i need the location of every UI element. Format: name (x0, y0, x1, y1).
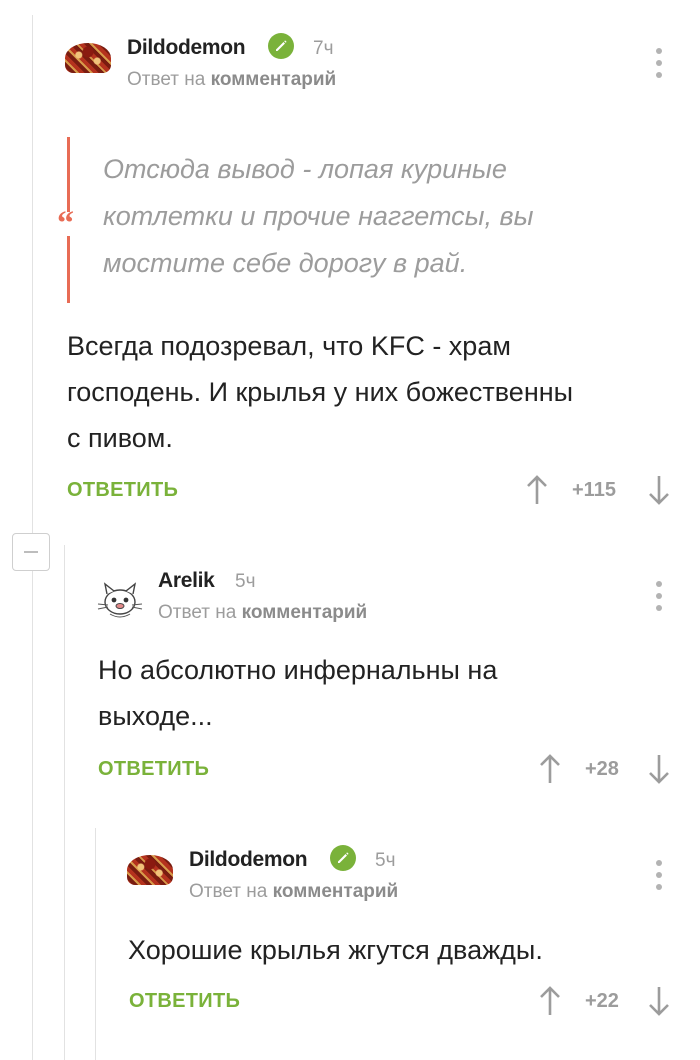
collapse-thread-button[interactable] (12, 533, 50, 571)
comment-text: Хорошие крылья жгутся дважды. (128, 935, 543, 965)
username[interactable]: Dildodemon (127, 36, 246, 60)
avatar[interactable] (65, 43, 111, 73)
comment-text: Но абсолютно инфернальны на выходе... (98, 655, 498, 731)
arrow-up-icon[interactable] (538, 753, 562, 785)
reply-button[interactable]: ОТВЕТИТЬ (129, 990, 240, 1013)
comment-time: 5ч (375, 850, 396, 871)
kebab-menu-icon[interactable] (655, 48, 663, 78)
minus-icon (24, 551, 38, 553)
quoted-text: Отсюда вывод - лопая куриные котлетки и … (103, 154, 534, 278)
comment-time: 7ч (313, 38, 334, 59)
kebab-menu-icon[interactable] (655, 860, 663, 890)
kebab-menu-icon[interactable] (655, 581, 663, 611)
thread-line (64, 545, 65, 1060)
reply-to: Ответ на комментарий (189, 881, 398, 903)
quote-icon: “ (57, 205, 74, 242)
username[interactable]: Arelik (158, 569, 215, 593)
arrow-down-icon[interactable] (647, 753, 671, 785)
arrow-down-icon[interactable] (647, 985, 671, 1017)
reply-to-link[interactable]: комментарий (242, 602, 368, 623)
score: +115 (572, 479, 616, 501)
avatar[interactable] (96, 580, 144, 620)
reply-to: Ответ на комментарий (158, 602, 367, 624)
reply-to-link[interactable]: комментарий (273, 881, 399, 902)
score: +22 (585, 990, 619, 1012)
comment-text: Всегда подозревал, что KFC - храм господ… (67, 331, 574, 453)
pencil-icon (330, 845, 356, 871)
arrow-up-icon[interactable] (525, 474, 549, 506)
reply-to-prefix: Ответ на (127, 69, 206, 90)
score: +28 (585, 758, 619, 780)
reply-to: Ответ на комментарий (127, 69, 336, 91)
thread-line (95, 828, 96, 1060)
reply-to-link[interactable]: комментарий (211, 69, 337, 90)
comment-time: 5ч (235, 571, 256, 592)
reply-button[interactable]: ОТВЕТИТЬ (67, 479, 178, 502)
avatar[interactable] (127, 855, 173, 885)
username[interactable]: Dildodemon (189, 848, 308, 872)
arrow-down-icon[interactable] (647, 474, 671, 506)
arrow-up-icon[interactable] (538, 985, 562, 1017)
pencil-icon (268, 33, 294, 59)
reply-to-prefix: Ответ на (189, 881, 268, 902)
reply-button[interactable]: ОТВЕТИТЬ (98, 758, 209, 781)
reply-to-prefix: Ответ на (158, 602, 237, 623)
